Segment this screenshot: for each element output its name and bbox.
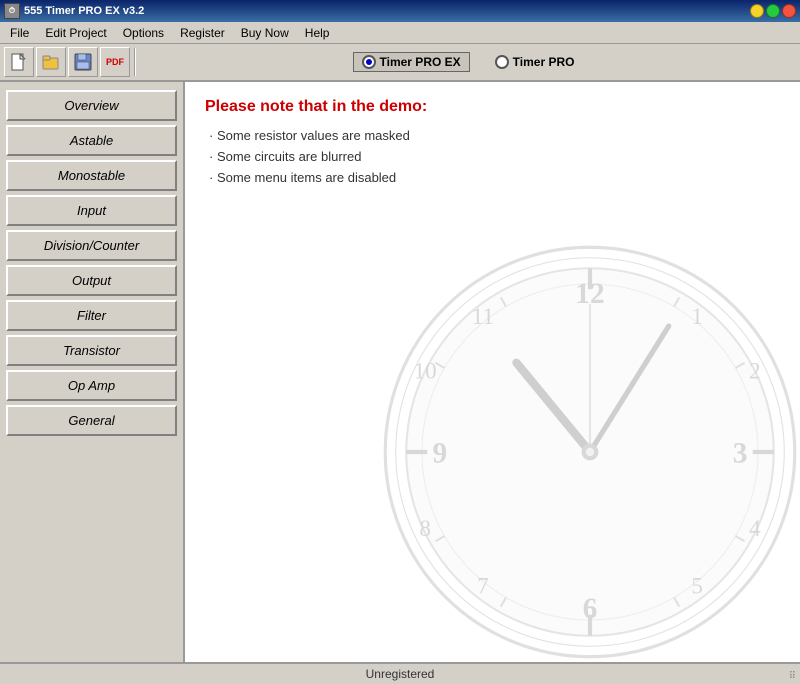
sidebar-op-amp[interactable]: Op Amp bbox=[6, 370, 177, 401]
sidebar-general[interactable]: General bbox=[6, 405, 177, 436]
menu-options[interactable]: Options bbox=[115, 24, 172, 42]
radio-group: Timer PRO EX Timer PRO bbox=[353, 52, 584, 72]
menu-bar: File Edit Project Options Register Buy N… bbox=[0, 22, 800, 44]
radio-circle-pro-ex bbox=[362, 55, 376, 69]
svg-text:10: 10 bbox=[414, 358, 437, 384]
minimize-button[interactable] bbox=[750, 4, 764, 18]
close-button[interactable] bbox=[782, 4, 796, 18]
svg-text:7: 7 bbox=[477, 573, 489, 599]
svg-text:5: 5 bbox=[691, 573, 703, 599]
radio-timer-pro-ex[interactable]: Timer PRO EX bbox=[353, 52, 470, 72]
title-controls[interactable] bbox=[750, 4, 796, 18]
title-bar-left: ⏱ 555 Timer PRO EX v3.2 bbox=[4, 3, 144, 19]
radio-timer-pro[interactable]: Timer PRO bbox=[486, 52, 584, 72]
menu-buy-now[interactable]: Buy Now bbox=[233, 24, 297, 42]
save-icon bbox=[74, 53, 92, 71]
sidebar-division-counter[interactable]: Division/Counter bbox=[6, 230, 177, 261]
demo-notice: Please note that in the demo: · Some res… bbox=[185, 82, 800, 207]
new-icon bbox=[10, 53, 28, 71]
open-button[interactable] bbox=[36, 47, 66, 77]
demo-item-3: · Some menu items are disabled bbox=[205, 170, 780, 185]
demo-title: Please note that in the demo: bbox=[205, 98, 780, 116]
svg-text:4: 4 bbox=[749, 515, 761, 541]
sidebar-input[interactable]: Input bbox=[6, 195, 177, 226]
status-bar: Unregistered ⠿ bbox=[0, 662, 800, 684]
pdf-button[interactable]: PDF bbox=[100, 47, 130, 77]
sidebar-output[interactable]: Output bbox=[6, 265, 177, 296]
svg-text:3: 3 bbox=[733, 438, 748, 470]
menu-edit-project[interactable]: Edit Project bbox=[37, 24, 114, 42]
status-text: Unregistered bbox=[366, 667, 435, 681]
sidebar-overview[interactable]: Overview bbox=[6, 90, 177, 121]
save-button[interactable] bbox=[68, 47, 98, 77]
new-button[interactable] bbox=[4, 47, 34, 77]
radio-circle-pro bbox=[495, 55, 509, 69]
menu-register[interactable]: Register bbox=[172, 24, 233, 42]
maximize-button[interactable] bbox=[766, 4, 780, 18]
menu-help[interactable]: Help bbox=[297, 24, 338, 42]
main-layout: Overview Astable Monostable Input Divisi… bbox=[0, 82, 800, 662]
sidebar-transistor[interactable]: Transistor bbox=[6, 335, 177, 366]
app-title: 555 Timer PRO EX v3.2 bbox=[24, 5, 144, 17]
svg-text:11: 11 bbox=[472, 303, 494, 329]
title-bar: ⏱ 555 Timer PRO EX v3.2 bbox=[0, 0, 800, 22]
app-icon: ⏱ bbox=[4, 3, 20, 19]
toolbar: PDF Timer PRO EX Timer PRO bbox=[0, 44, 800, 82]
resize-grip: ⠿ bbox=[789, 671, 796, 682]
clock-watermark: 12 3 6 9 1 2 4 5 7 8 10 11 bbox=[380, 242, 800, 662]
content-area: Please note that in the demo: · Some res… bbox=[185, 82, 800, 662]
sidebar-filter[interactable]: Filter bbox=[6, 300, 177, 331]
menu-file[interactable]: File bbox=[2, 24, 37, 42]
sidebar-monostable[interactable]: Monostable bbox=[6, 160, 177, 191]
sidebar-astable[interactable]: Astable bbox=[6, 125, 177, 156]
toolbar-separator bbox=[134, 48, 136, 76]
svg-text:6: 6 bbox=[583, 593, 598, 625]
sidebar: Overview Astable Monostable Input Divisi… bbox=[0, 82, 185, 662]
svg-text:2: 2 bbox=[749, 358, 761, 384]
open-icon bbox=[42, 53, 60, 71]
demo-item-1: · Some resistor values are masked bbox=[205, 128, 780, 143]
radio-label-pro: Timer PRO bbox=[513, 55, 575, 69]
demo-item-2: · Some circuits are blurred bbox=[205, 149, 780, 164]
svg-text:1: 1 bbox=[691, 303, 703, 329]
svg-text:8: 8 bbox=[419, 515, 431, 541]
radio-label-pro-ex: Timer PRO EX bbox=[380, 55, 461, 69]
svg-text:9: 9 bbox=[433, 438, 448, 470]
